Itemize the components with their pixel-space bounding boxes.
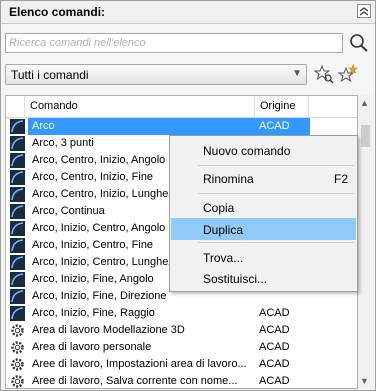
- command-name: Arco, Inizio, Centro, Lunghez: [32, 256, 174, 268]
- command-origin: ACAD: [259, 120, 290, 132]
- list-item[interactable]: Arco, Inizio, Fine, Raggio ACAD: [6, 305, 357, 322]
- context-menu: Nuovo comando Rinomina F2 Copia Duplica …: [169, 135, 358, 292]
- arc-icon: [10, 119, 25, 134]
- list-item[interactable]: Area di lavoro Modellazione 3D ACAD: [6, 322, 357, 339]
- arc-icon: [10, 306, 25, 321]
- command-origin: ACAD: [259, 358, 290, 370]
- command-name: Arco, Centro, Inizio, Lunghez: [32, 188, 174, 200]
- arc-icon: [10, 187, 25, 202]
- command-name: Arco, Inizio, Fine, Raggio: [32, 307, 155, 319]
- command-name: Arco, Continua: [32, 205, 105, 217]
- menu-item-copy[interactable]: Copia: [171, 196, 356, 218]
- command-name: Arco: [32, 120, 55, 132]
- command-origin: ACAD: [259, 375, 290, 387]
- list-item[interactable]: Aree di lavoro, Impostazioni area di lav…: [6, 356, 357, 373]
- list-column-header: Comando Origine: [6, 96, 357, 118]
- command-list-panel: Elenco comandi: Tutti i comandi ▼: [0, 0, 376, 391]
- find-star-button[interactable]: [313, 64, 334, 84]
- command-filter-select[interactable]: Tutti i comandi ▼: [5, 64, 307, 85]
- command-name: Arco, 3 punti: [32, 137, 94, 149]
- menu-separator: [198, 165, 354, 166]
- menu-item-duplicate[interactable]: Duplica: [171, 218, 356, 240]
- menu-item-new-command[interactable]: Nuovo comando: [171, 139, 356, 161]
- collapse-button[interactable]: [357, 4, 371, 18]
- panel-title: Elenco comandi:: [9, 5, 106, 19]
- gear-icon: [10, 340, 25, 355]
- menu-item-replace[interactable]: Sostituisci...: [171, 267, 356, 289]
- rename-shortcut: F2: [333, 172, 348, 186]
- chevron-down-icon: ▼: [292, 68, 302, 79]
- new-star-icon: [337, 64, 358, 83]
- command-name: Area di lavoro Modellazione 3D: [32, 324, 185, 336]
- search-field[interactable]: [5, 33, 343, 53]
- gear-icon: [10, 323, 25, 338]
- command-name: Arco, Inizio, Fine, Direzione: [32, 290, 167, 302]
- command-name: Aree di lavoro, Impostazioni area di lav…: [32, 358, 247, 370]
- double-chevron-up-icon: [359, 7, 369, 16]
- list-item[interactable]: Area di lavoro personale ACAD: [6, 339, 357, 356]
- command-name: Arco, Centro, Inizio, Fine: [32, 171, 154, 183]
- command-name: Arco, Inizio, Fine, Angolo: [32, 273, 154, 285]
- filter-selected-value: Tutti i comandi: [11, 68, 89, 82]
- command-name: Arco, Inizio, Centro, Angolo: [32, 222, 166, 234]
- arc-icon: [10, 221, 25, 236]
- command-name: Aree di lavoro, Salva corrente con nome.…: [32, 375, 238, 387]
- menu-separator: [198, 242, 354, 243]
- command-origin: ACAD: [259, 324, 290, 336]
- list-item[interactable]: Aree di lavoro, Salva corrente con nome.…: [6, 373, 357, 388]
- new-star-button[interactable]: [337, 64, 358, 84]
- arc-icon: [10, 170, 25, 185]
- command-name: Area di lavoro personale: [32, 341, 152, 353]
- arc-icon: [10, 272, 25, 287]
- menu-item-find[interactable]: Trova...: [171, 246, 356, 268]
- list-item[interactable]: Arco ACAD: [6, 118, 357, 135]
- command-name: Arco, Inizio, Centro, Fine: [32, 239, 154, 251]
- arc-icon: [10, 238, 25, 253]
- search-button[interactable]: [348, 33, 370, 53]
- arc-icon: [10, 204, 25, 219]
- command-origin: ACAD: [259, 341, 290, 353]
- arc-icon: [10, 136, 25, 151]
- gear-icon: [10, 357, 25, 372]
- search-input[interactable]: [9, 35, 339, 51]
- scroll-up-arrow-icon[interactable]: ▲: [360, 98, 369, 108]
- arc-icon: [10, 255, 25, 270]
- gear-icon: [10, 374, 25, 388]
- star-search-icon: [313, 64, 334, 84]
- arc-icon: [10, 153, 25, 168]
- menu-item-rename[interactable]: Rinomina F2: [171, 167, 356, 189]
- command-name: Arco, Centro, Inizio, Angolo: [32, 154, 166, 166]
- arc-icon: [10, 289, 25, 304]
- scrollbar-thumb[interactable]: [361, 125, 370, 147]
- vertical-scrollbar[interactable]: ▲ ▼: [358, 95, 373, 389]
- search-icon: [350, 34, 368, 52]
- command-origin: ACAD: [259, 307, 290, 319]
- column-header-origin[interactable]: Origine: [260, 100, 295, 112]
- menu-separator: [198, 193, 354, 194]
- column-header-command[interactable]: Comando: [30, 100, 78, 112]
- scroll-down-arrow-icon[interactable]: ▼: [360, 376, 369, 386]
- panel-header: Elenco comandi:: [1, 1, 375, 24]
